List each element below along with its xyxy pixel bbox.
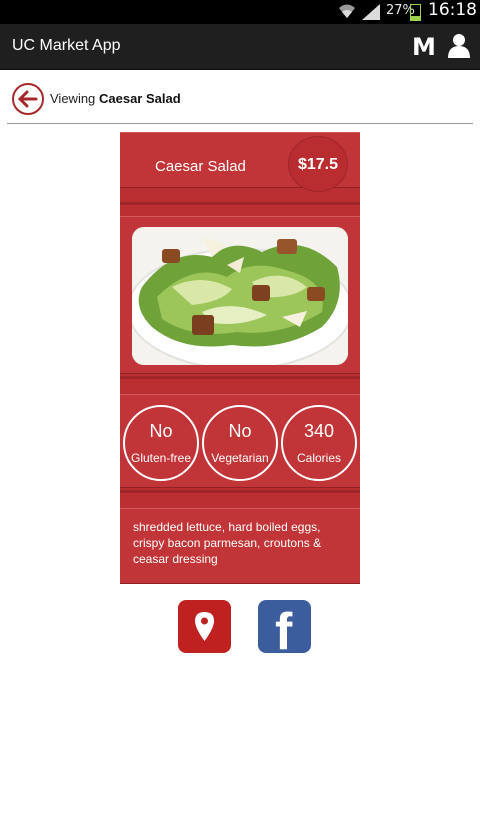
back-arrow-icon bbox=[18, 90, 38, 108]
facebook-button[interactable]: f bbox=[258, 600, 311, 653]
divider bbox=[7, 123, 473, 124]
fact-gluten-free: No Gluten-free bbox=[123, 405, 199, 481]
status-bar: 27% 16:18 bbox=[0, 0, 480, 24]
fact-label: Calories bbox=[296, 451, 341, 465]
card-seam bbox=[120, 202, 360, 205]
map-button[interactable] bbox=[178, 600, 231, 653]
item-card: Caesar Salad $17.5 No Gluten-free No Veg… bbox=[120, 132, 360, 584]
nutrition-facts: No Gluten-free No Vegetarian 340 Calorie… bbox=[120, 394, 360, 488]
price-badge: $17.5 bbox=[288, 136, 348, 192]
item-price: $17.5 bbox=[297, 156, 339, 173]
fact-value: No bbox=[228, 421, 252, 441]
fact-value: No bbox=[149, 421, 173, 441]
item-header: Caesar Salad $17.5 bbox=[120, 132, 360, 192]
fact-calories: 340 Calories bbox=[281, 405, 357, 481]
fact-value: 340 bbox=[303, 421, 335, 441]
card-seam bbox=[120, 376, 360, 379]
breadcrumb-item-name: Caesar Salad bbox=[99, 91, 181, 106]
item-name: Caesar Salad bbox=[155, 158, 246, 175]
user-icon[interactable] bbox=[448, 34, 470, 63]
fact-label: Vegetarian bbox=[211, 451, 269, 465]
facebook-icon: f bbox=[275, 603, 293, 653]
fact-label: Gluten-free bbox=[130, 451, 192, 465]
breadcrumb: Viewing Caesar Salad bbox=[0, 80, 480, 120]
app-bar: UC Market App M bbox=[0, 24, 480, 70]
caesar-salad-photo bbox=[132, 227, 348, 365]
item-photo-section bbox=[120, 216, 360, 374]
wifi-icon bbox=[338, 3, 356, 24]
map-pin-icon bbox=[195, 612, 214, 641]
fact-vegetarian: No Vegetarian bbox=[202, 405, 278, 481]
m-icon[interactable]: M bbox=[412, 33, 436, 61]
clock: 16:18 bbox=[428, 0, 477, 20]
signal-icon bbox=[360, 4, 380, 25]
item-description: shredded lettuce, hard boiled eggs, cris… bbox=[133, 520, 322, 566]
card-seam bbox=[120, 490, 360, 493]
item-description-section: shredded lettuce, hard boiled eggs, cris… bbox=[120, 508, 360, 584]
app-title: UC Market App bbox=[12, 37, 121, 54]
battery-icon bbox=[410, 4, 421, 21]
back-button[interactable] bbox=[12, 83, 44, 115]
breadcrumb-prefix: Viewing bbox=[50, 91, 96, 106]
